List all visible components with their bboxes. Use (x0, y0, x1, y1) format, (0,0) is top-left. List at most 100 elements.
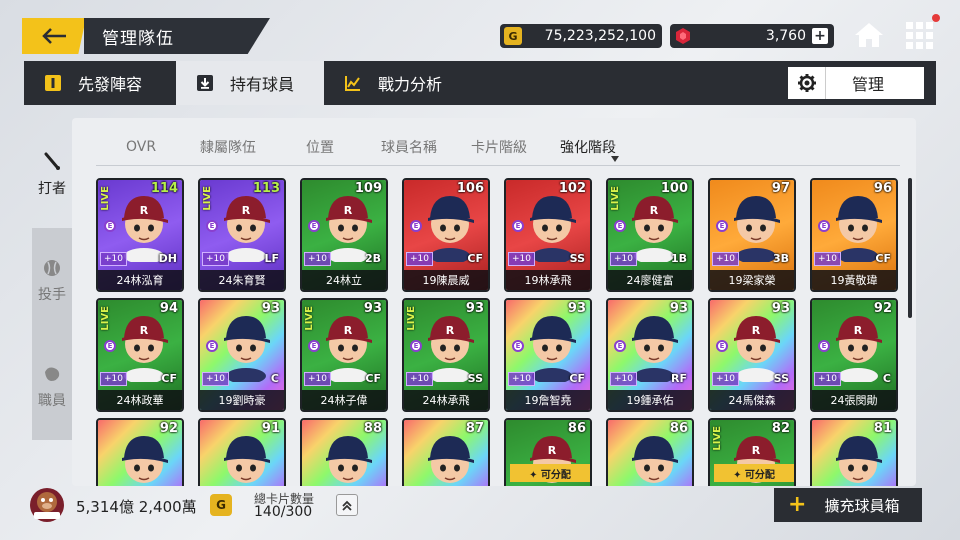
player-card[interactable]: R 109 E +10 2B 24林立 (300, 178, 388, 292)
card-player-name: 19陳晨威 (404, 270, 488, 290)
player-avatar-icon (734, 196, 780, 262)
enhance-level: +10 (610, 372, 637, 386)
download-box-icon (196, 74, 214, 92)
sort-name[interactable]: 球員名稱 (381, 137, 437, 157)
player-card[interactable]: R LIVE 113 E +10 LF 24朱育賢 (198, 178, 286, 292)
svg-text:R: R (344, 204, 353, 217)
player-avatar-icon: R (122, 316, 168, 382)
card-ovr: 93 (465, 301, 484, 316)
player-card[interactable]: 92 (96, 418, 184, 486)
back-arrow-icon (42, 28, 66, 44)
tab-lineup[interactable]: 先發陣容 (44, 61, 142, 105)
expand-player-box-label: 擴充球員箱 (824, 496, 900, 515)
player-card[interactable]: 102 E +10 SS 19林承飛 (504, 178, 592, 292)
notification-dot (932, 14, 940, 22)
card-position: CF (365, 372, 381, 385)
player-card[interactable]: R LIVE 93 E +10 CF 24林子偉 (300, 298, 388, 412)
g-coin-icon: G (210, 494, 232, 516)
card-ovr: 88 (363, 421, 382, 436)
svg-text:R: R (548, 444, 557, 457)
card-position: DH (158, 252, 177, 265)
glove-icon (42, 364, 62, 384)
player-card[interactable]: 93 E +10 C 19劉時豪 (198, 298, 286, 412)
tab-bar: 先發陣容 持有球員 戰力分析 管理 (24, 61, 936, 105)
card-count-value: 140/300 (254, 504, 313, 520)
player-avatar-icon (428, 196, 474, 262)
category-pitcher[interactable]: 投手 (32, 228, 72, 334)
player-card[interactable]: 81 (810, 418, 898, 486)
player-avatar-icon: R (836, 316, 882, 382)
card-player-name: 19林承飛 (506, 270, 590, 290)
card-ovr: 109 (354, 181, 382, 196)
sort-enhance[interactable]: 強化階段 (560, 137, 616, 157)
player-card[interactable]: R LIVE 94 E +10 CF 24林政華 (96, 298, 184, 412)
card-position: C (270, 372, 279, 385)
live-tag: LIVE (202, 186, 213, 211)
enhance-badge-icon: E (614, 220, 626, 232)
sort-bar: OVR 隸屬隊伍 位置 球員名稱 卡片階級 強化階段 (96, 128, 900, 166)
card-ovr: 81 (873, 421, 892, 436)
sort-ovr[interactable]: OVR (126, 139, 156, 155)
expand-up-button[interactable] (336, 494, 358, 516)
card-player-name: 24廖健富 (608, 270, 692, 290)
manage-button[interactable]: 管理 (788, 67, 924, 99)
card-position: 2B (364, 252, 381, 265)
gold-coin-icon: G (504, 27, 522, 45)
card-position: SS (467, 372, 483, 385)
category-staff[interactable]: 職員 (32, 334, 72, 440)
gem-currency: 3,760 + (670, 24, 834, 48)
player-card[interactable]: 93 E +10 RF 19鍾承佑 (606, 298, 694, 412)
lineup-icon (44, 74, 62, 92)
player-card[interactable]: R LIVE 82 ✦ 可分配 (708, 418, 796, 486)
enhance-badge-icon: E (410, 220, 422, 232)
enhance-level: +10 (304, 252, 331, 266)
category-batter[interactable]: 打者 (32, 122, 72, 228)
sort-team[interactable]: 隸屬隊伍 (200, 137, 256, 157)
player-card[interactable]: 91 (198, 418, 286, 486)
tab-power-analysis[interactable]: 戰力分析 (344, 61, 442, 105)
home-button[interactable] (852, 20, 886, 50)
enhance-badge-icon: E (818, 340, 830, 352)
sort-grade[interactable]: 卡片階級 (471, 137, 527, 157)
player-avatar-icon (632, 436, 678, 483)
assignable-tag: ✦ 可分配 (714, 464, 794, 482)
card-player-name: 19鍾承佑 (608, 390, 692, 410)
scrollbar[interactable] (908, 178, 912, 318)
player-card[interactable]: 106 E +10 CF 19陳晨威 (402, 178, 490, 292)
menu-button[interactable] (902, 18, 938, 52)
card-ovr: 97 (771, 181, 790, 196)
card-player-name: 24張閔勛 (812, 390, 896, 410)
player-avatar-icon: R (326, 196, 372, 262)
card-player-name: 24林政華 (98, 390, 182, 410)
sort-position[interactable]: 位置 (306, 137, 334, 157)
enhance-level: +10 (304, 372, 331, 386)
player-card[interactable]: R LIVE 93 E +10 SS 24林承飛 (402, 298, 490, 412)
chart-icon (344, 74, 362, 92)
card-ovr: 113 (252, 181, 280, 196)
double-chevron-up-icon (342, 500, 352, 511)
player-card[interactable]: 86 (606, 418, 694, 486)
player-card[interactable]: 97 E +10 3B 19梁家榮 (708, 178, 796, 292)
player-card[interactable]: 93 E +10 CF 19詹智堯 (504, 298, 592, 412)
tab-power-label: 戰力分析 (378, 75, 443, 94)
back-button[interactable] (22, 18, 86, 54)
player-card[interactable]: R LIVE 100 E +10 1B 24廖健富 (606, 178, 694, 292)
player-card[interactable]: 96 E +10 CF 19黃敬瑋 (810, 178, 898, 292)
card-ovr: 106 (456, 181, 484, 196)
tab-owned-players[interactable]: 持有球員 (176, 61, 324, 105)
player-card[interactable]: 87 (402, 418, 490, 486)
player-card[interactable]: R LIVE 114 E +10 DH 24林泓育 (96, 178, 184, 292)
player-card[interactable]: R 86 ✦ 可分配 (504, 418, 592, 486)
player-avatar-icon (428, 436, 474, 483)
player-card[interactable]: R 92 E +10 C 24張閔勛 (810, 298, 898, 412)
assignable-tag: ✦ 可分配 (510, 464, 590, 482)
card-ovr: 93 (771, 301, 790, 316)
player-card[interactable]: R 93 E +10 SS 24馬傑森 (708, 298, 796, 412)
enhance-level: +10 (610, 252, 637, 266)
player-avatar-icon (224, 316, 270, 382)
enhance-badge-icon: E (410, 340, 422, 352)
player-card[interactable]: 88 (300, 418, 388, 486)
card-position: SS (569, 252, 585, 265)
add-gem-button[interactable]: + (812, 28, 828, 44)
expand-player-box-button[interactable]: + 擴充球員箱 (774, 488, 922, 522)
